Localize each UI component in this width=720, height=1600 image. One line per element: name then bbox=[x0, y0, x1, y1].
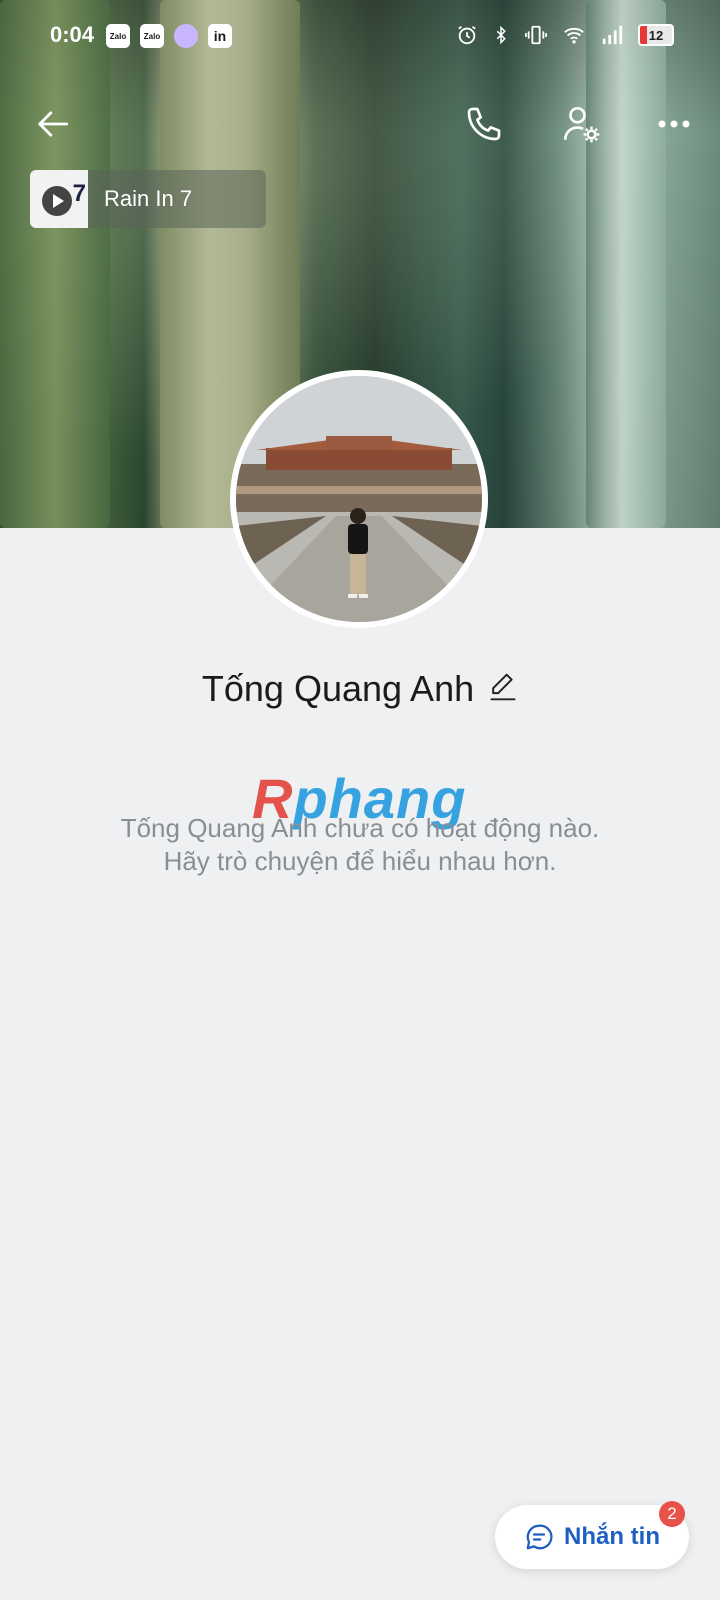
edit-name-button[interactable] bbox=[488, 670, 518, 712]
music-thumbnail: 7 bbox=[30, 170, 88, 228]
signal-icon bbox=[602, 25, 623, 45]
system-icons: 12 bbox=[456, 24, 674, 46]
avatar-image bbox=[236, 376, 482, 622]
alarm-icon bbox=[458, 25, 476, 45]
profile-name: Tống Quang Anh bbox=[201, 668, 475, 709]
profile-avatar[interactable] bbox=[230, 370, 488, 628]
user-settings-icon bbox=[563, 106, 600, 143]
zalo-icon: Zalo bbox=[106, 24, 130, 48]
bamboo-stalk bbox=[586, 0, 666, 528]
profile-name-row: Tống Quang Anh bbox=[0, 668, 720, 712]
more-options-button[interactable] bbox=[646, 96, 702, 152]
avatar-photo bbox=[236, 376, 482, 622]
messenger-icon bbox=[174, 24, 198, 48]
vibrate-icon bbox=[525, 25, 547, 45]
empty-activity-message: Tống Quang Anh chưa có hoạt động nào. Hã… bbox=[0, 812, 720, 878]
music-title: Rain In 7 bbox=[104, 186, 193, 211]
battery-level: 12 bbox=[648, 27, 664, 43]
unread-badge: 2 bbox=[659, 1501, 685, 1527]
call-button[interactable] bbox=[456, 96, 512, 152]
phone-icon bbox=[467, 107, 501, 141]
send-message-button[interactable]: Nhắn tin 2 bbox=[495, 1501, 689, 1569]
more-horizontal-icon bbox=[658, 120, 690, 128]
profile-music[interactable]: 7 Rain In 7 bbox=[30, 170, 266, 228]
zalo-icon: Zalo bbox=[140, 24, 164, 48]
send-message-label: Nhắn tin bbox=[564, 1523, 660, 1550]
linkedin-icon: in bbox=[208, 24, 232, 48]
profile-toolbar bbox=[0, 96, 720, 152]
bluetooth-icon bbox=[496, 25, 506, 45]
empty-line-1: Tống Quang Anh chưa có hoạt động nào. bbox=[120, 813, 600, 843]
bamboo-stalk bbox=[0, 0, 110, 528]
battery-icon: 12 bbox=[638, 24, 674, 46]
pencil-icon bbox=[490, 674, 516, 701]
wifi-icon bbox=[564, 27, 584, 44]
status-bar: 0:04 Zalo Zalo in 12 bbox=[0, 0, 720, 76]
arrow-left-icon bbox=[38, 111, 69, 137]
chat-bubble-icon bbox=[526, 1524, 553, 1550]
status-time: 0:04 bbox=[50, 22, 95, 47]
profile-settings-button[interactable] bbox=[553, 96, 609, 152]
empty-line-2: Hãy trò chuyện để hiểu nhau hơn. bbox=[163, 846, 557, 876]
music-thumb-text: 7 bbox=[72, 180, 86, 207]
back-button[interactable] bbox=[30, 96, 78, 152]
notification-icons: Zalo Zalo in bbox=[106, 24, 232, 48]
